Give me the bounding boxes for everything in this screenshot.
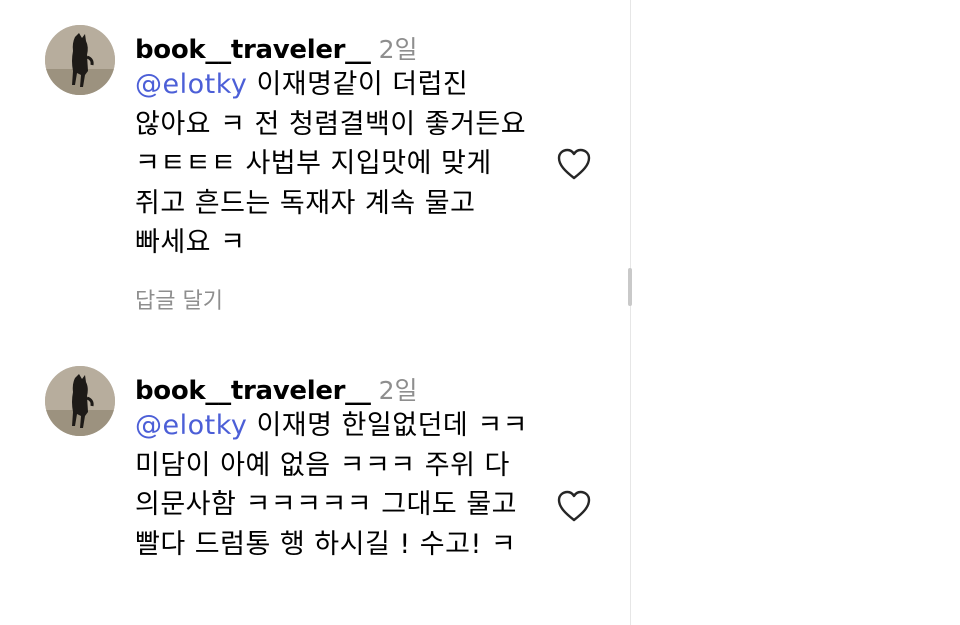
- mention-link[interactable]: @elotky: [135, 69, 247, 100]
- panel-divider: [630, 0, 631, 625]
- avatar-dog-image: [45, 25, 115, 95]
- comment-time: 2일: [378, 35, 418, 64]
- avatar-dog-image: [45, 366, 115, 436]
- comment-header: book__traveler__ 2일: [135, 371, 417, 407]
- comment-text: @elotky 이재명 한일없던데 ㅋㅋ 미담이 아예 없음 ㅋㅋㅋ 주위 다 …: [135, 406, 535, 564]
- comment-time: 2일: [378, 376, 418, 405]
- avatar[interactable]: [45, 366, 115, 436]
- comment-text: @elotky 이재명같이 더럽진 않아요 ㅋ 전 청렴결백이 좋거든요 ㅋㅌㅌ…: [135, 65, 535, 263]
- comment-header: book__traveler__ 2일: [135, 30, 417, 66]
- heart-outline-icon[interactable]: [556, 147, 592, 181]
- heart-outline-icon[interactable]: [556, 489, 592, 523]
- scrollbar-thumb[interactable]: [628, 268, 632, 306]
- comments-panel: book__traveler__ 2일 @elotky 이재명같이 더럽진 않아요…: [0, 0, 630, 625]
- mention-link[interactable]: @elotky: [135, 410, 247, 441]
- reply-button[interactable]: 답글 달기: [135, 283, 223, 315]
- username-link[interactable]: book__traveler__: [135, 376, 371, 406]
- avatar[interactable]: [45, 25, 115, 95]
- username-link[interactable]: book__traveler__: [135, 35, 371, 65]
